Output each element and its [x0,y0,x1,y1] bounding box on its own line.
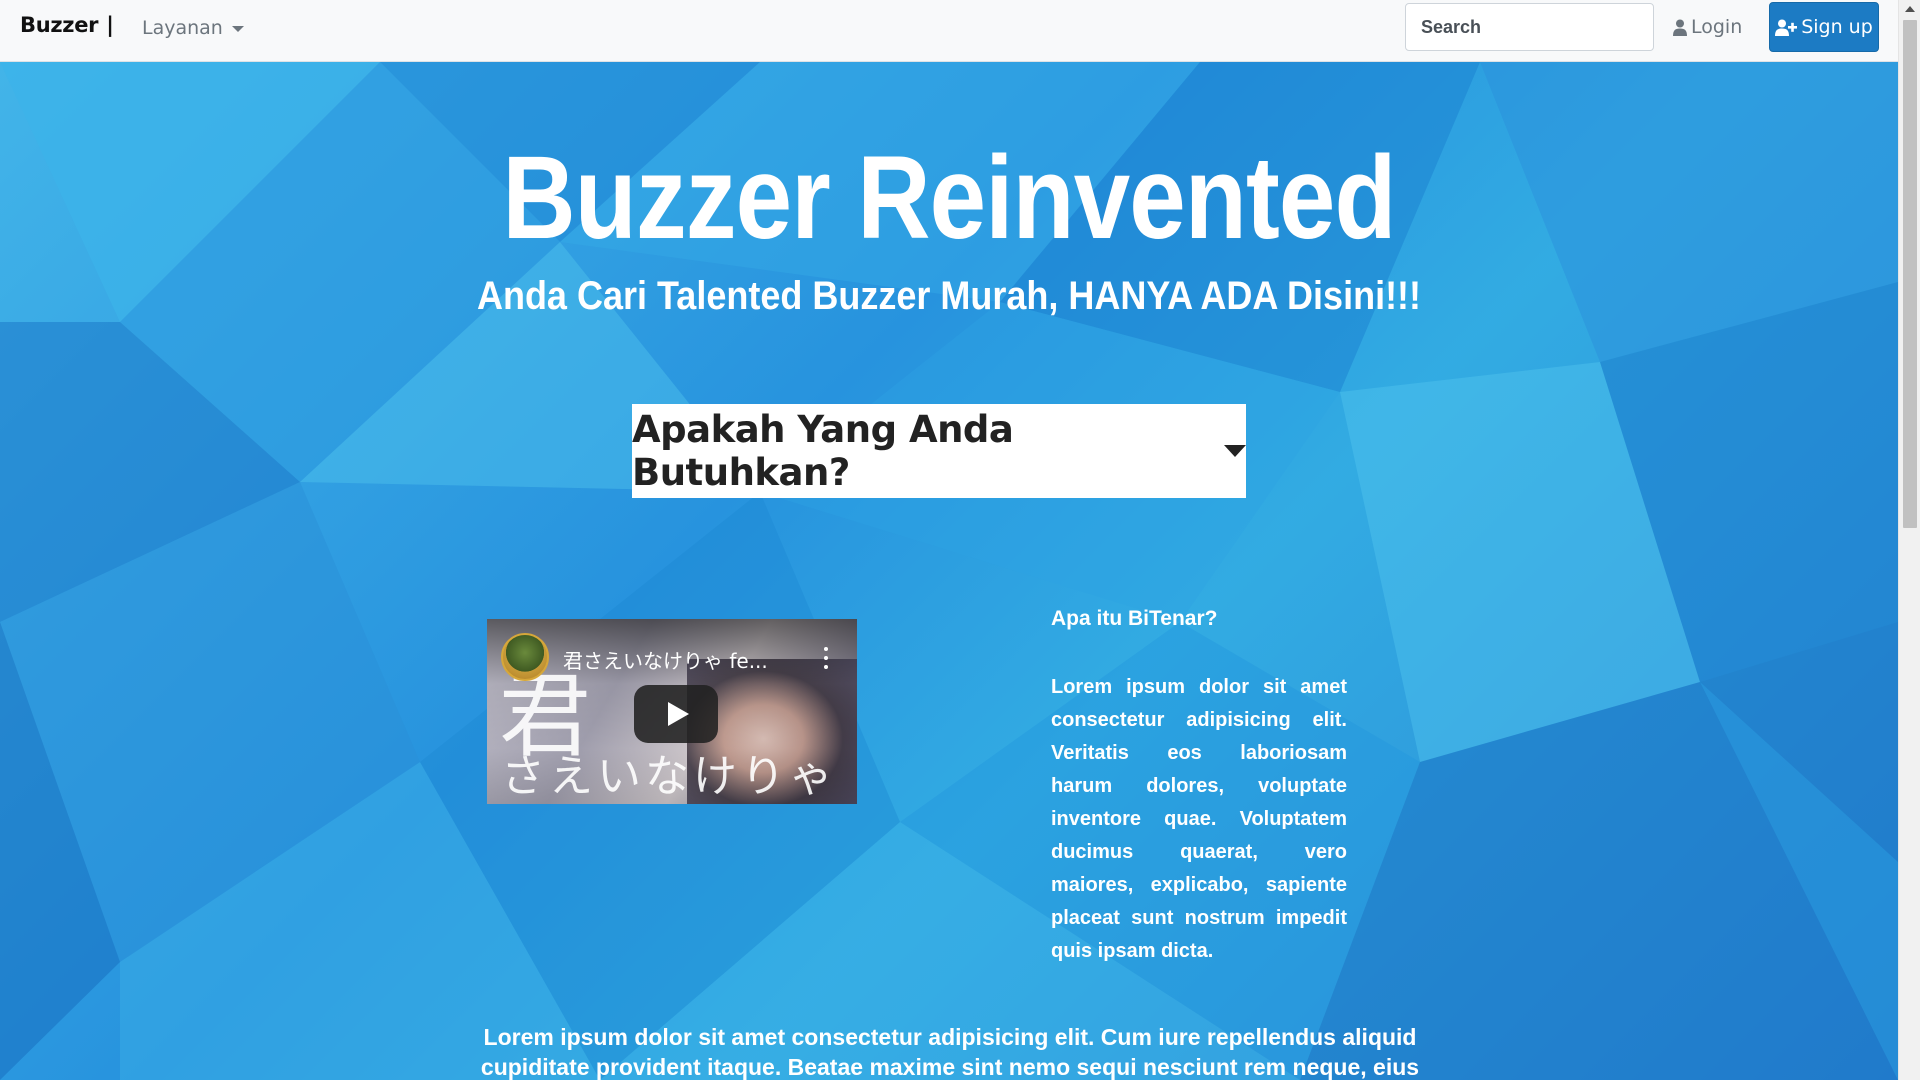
brand-separator: | [106,13,114,37]
user-plus-icon [1775,19,1798,36]
hero-subtitle: Anda Cari Talented Buzzer Murah, HANYA A… [476,274,1422,318]
brand-logo[interactable]: Buzzer | [20,13,114,37]
video-overlay-kana: さえいなけりゃ [501,751,837,802]
play-icon [668,702,689,726]
scroll-up-icon[interactable] [1905,6,1915,12]
channel-avatar[interactable] [501,633,549,681]
more-options-icon[interactable] [817,647,835,669]
bottom-paragraph: Lorem ipsum dolor sit amet consectetur a… [480,1024,1420,1080]
video-overlay-kanji: 君 [499,663,592,770]
signup-button[interactable]: Sign up [1769,2,1879,52]
brand-name[interactable]: Buzzer [20,13,99,37]
needs-dropdown-button[interactable]: Apakah Yang Anda Butuhkan? [632,404,1246,498]
chevron-down-icon [231,26,244,32]
top-navbar: Buzzer | Layanan Login Sign up [0,0,1898,62]
needs-dropdown-label: Apakah Yang Anda Butuhkan? [632,408,1014,494]
login-label: Login [1691,16,1743,38]
chevron-down-icon [1224,445,1246,457]
about-body: Lorem ipsum dolor sit amet consectetur a… [1051,676,1347,962]
user-icon [1673,19,1687,36]
signup-label: Sign up [1801,16,1873,38]
layanan-dropdown[interactable]: Layanan [142,17,244,39]
hero-section: Buzzer Reinvented Anda Cari Talented Buz… [0,62,1898,1080]
layanan-dropdown-label: Layanan [142,17,223,39]
search-input[interactable] [1405,3,1654,51]
hero-title: Buzzer Reinvented [502,132,1396,264]
video-title[interactable]: 君さえいなけりゃ fe... [563,645,813,674]
about-heading: Apa itu BiTenar? [1051,607,1218,630]
scrollbar-thumb[interactable] [1903,20,1917,528]
video-embed[interactable]: 君 さえいなけりゃ 君さえいなけりゃ fe... [487,619,857,804]
page-scrollbar[interactable] [1898,0,1920,1080]
play-button[interactable] [634,685,718,743]
login-link[interactable]: Login [1673,16,1742,38]
